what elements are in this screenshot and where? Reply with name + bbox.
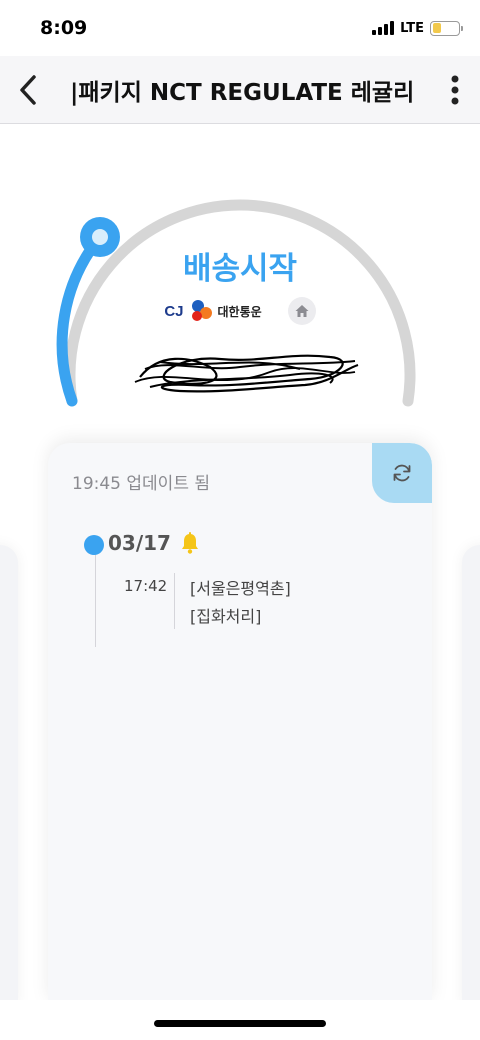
status-icons: LTE xyxy=(372,20,463,36)
network-type: LTE xyxy=(400,20,424,36)
carrier-logo: CJ 대한통운 xyxy=(164,298,262,324)
nav-bar: |패키지 NCT REGULATE 레귤리 xyxy=(0,56,480,124)
refresh-button[interactable] xyxy=(372,443,432,503)
carrier-logo-text: CJ xyxy=(164,302,184,320)
next-card-peek[interactable] xyxy=(462,545,480,1005)
home-indicator[interactable] xyxy=(154,1020,326,1027)
redacted-tracking-number xyxy=(134,354,359,393)
status-time: 8:09 xyxy=(40,17,88,39)
event-location-line: [서울은평역촌] xyxy=(190,579,291,598)
carrier-row: CJ 대한통운 xyxy=(0,297,480,325)
refresh-icon xyxy=(393,464,411,482)
timeline-line xyxy=(95,555,96,647)
more-vertical-icon xyxy=(451,75,459,104)
status-bar: 8:09 LTE xyxy=(0,0,480,56)
tracking-card: 19:45 업데이트 됨 03/17 17:42 [서울은평역촌] [집화처리] xyxy=(48,443,432,1003)
carrier-name: 대한통운 xyxy=(217,304,262,319)
main-content: 배송시작 CJ 대한통운 19:45 업데이트 됨 03/17 17:42 [서… xyxy=(0,125,480,1005)
home-icon xyxy=(295,305,309,317)
event-separator xyxy=(174,573,175,629)
delivery-progress-gauge xyxy=(56,199,416,407)
back-button[interactable] xyxy=(0,56,56,124)
carrier-home-button[interactable] xyxy=(287,297,316,325)
cj-logo-icon xyxy=(191,300,212,321)
bell-icon[interactable] xyxy=(178,531,202,555)
bottom-bar xyxy=(0,1000,480,1040)
prev-card-peek[interactable] xyxy=(0,545,18,1005)
timeline-dot xyxy=(84,535,104,555)
battery-icon xyxy=(430,20,463,36)
event-status-line: [집화처리] xyxy=(190,607,262,626)
card-header: 19:45 업데이트 됨 xyxy=(48,443,432,503)
more-button[interactable] xyxy=(430,56,480,124)
tracking-timeline: 03/17 17:42 [서울은평역촌] [집화처리] xyxy=(48,527,432,827)
event-time: 17:42 xyxy=(124,577,168,595)
chevron-left-icon xyxy=(20,74,36,105)
event-location: [서울은평역촌] [집화처리] xyxy=(190,575,291,631)
delivery-status: 배송시작 xyxy=(182,251,298,287)
updated-time: 19:45 업데이트 됨 xyxy=(72,474,210,494)
page-title: |패키지 NCT REGULATE 레귤리 xyxy=(70,79,415,106)
signal-icon xyxy=(372,21,395,35)
event-date: 03/17 xyxy=(108,531,171,555)
